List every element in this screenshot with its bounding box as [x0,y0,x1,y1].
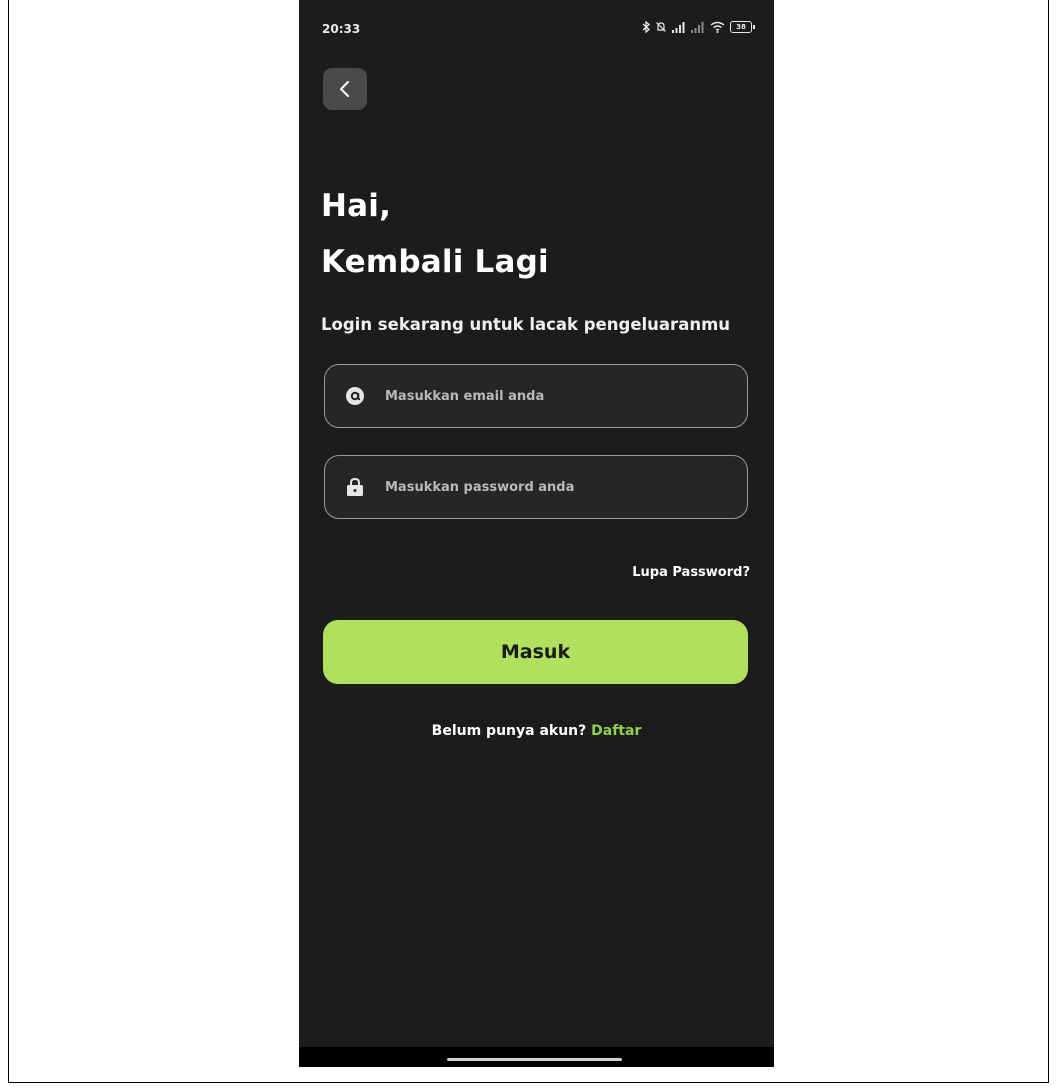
register-link[interactable]: Daftar [591,723,641,739]
email-input[interactable] [383,387,747,405]
battery-icon: 38 [730,21,755,33]
register-prompt: Belum punya akun? Daftar [299,723,774,739]
signal-icon [672,21,685,33]
phone-screen: 20:33 38 Hai, Kembali Lagi Login sekaran… [299,0,774,1067]
login-button[interactable]: Masuk [323,620,748,684]
wifi-icon [710,21,725,33]
back-button[interactable] [323,68,367,110]
home-indicator[interactable] [447,1058,622,1061]
greeting-line-1: Hai, [321,188,392,224]
bell-off-icon [656,22,666,32]
password-input[interactable] [383,478,747,496]
forgot-password-link[interactable]: Lupa Password? [632,565,750,580]
navigation-bar [299,1047,774,1067]
status-icons: 38 [642,21,755,33]
bluetooth-icon [642,21,650,33]
signal-icon-2 [691,21,704,33]
login-subtitle: Login sekarang untuk lacak pengeluaranmu [321,315,731,334]
chevron-left-icon [340,81,349,97]
no-account-text: Belum punya akun? [431,723,587,739]
battery-level: 38 [736,23,746,31]
email-field[interactable] [324,364,748,428]
greeting-line-2: Kembali Lagi [321,244,549,280]
at-sign-icon [344,385,366,407]
status-time: 20:33 [322,22,361,36]
password-field[interactable] [324,455,748,519]
lock-icon [344,476,366,498]
status-bar: 20:33 38 [299,0,774,58]
page-title: Hai, Kembali Lagi [321,178,549,290]
